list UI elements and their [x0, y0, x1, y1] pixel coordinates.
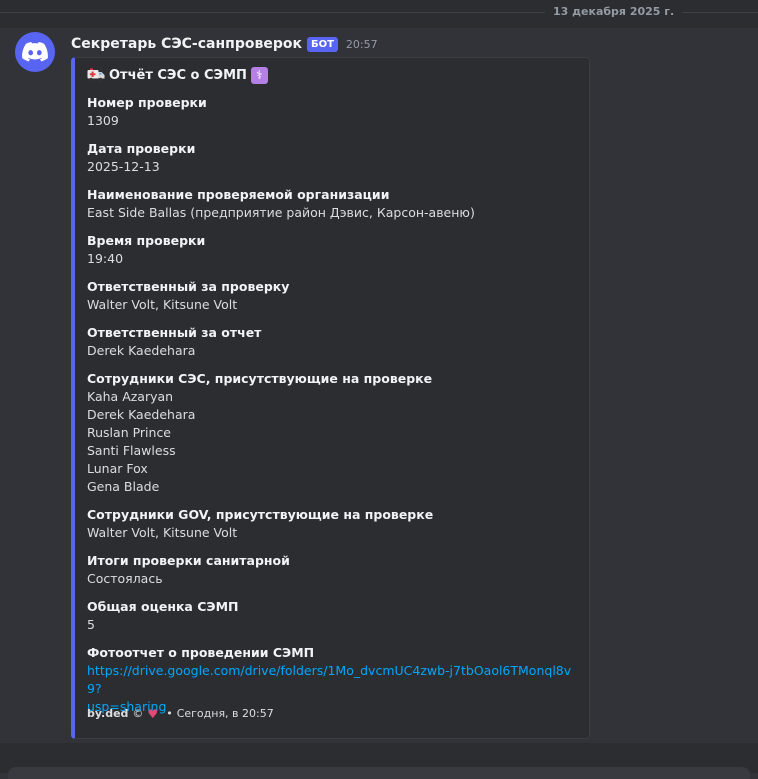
field-gov-staff: Сотрудники GOV, присутствующие на провер…: [87, 506, 577, 542]
field-name: Дата проверки: [87, 141, 196, 156]
field-value: East Side Ballas (предприятие район Дэви…: [87, 205, 475, 220]
message-header: Секретарь СЭС-санпроверок БОТ 20:57: [71, 34, 378, 54]
list-item: Lunar Fox: [87, 461, 148, 476]
field-responsible-inspection: Ответственный за проверку Walter Volt, K…: [87, 278, 577, 314]
field-value: Состоялась: [87, 571, 163, 586]
field-value: Derek Kaedehara: [87, 343, 196, 358]
field-responsible-report: Ответственный за отчет Derek Kaedehara: [87, 324, 577, 360]
field-value: 1309: [87, 113, 119, 128]
message-timestamp[interactable]: 20:57: [346, 38, 378, 51]
embed-title-text: Отчёт СЭС о СЭМП: [109, 67, 247, 83]
field-inspection-date: Дата проверки 2025-12-13: [87, 140, 577, 176]
field-value: 5: [87, 617, 95, 632]
list-item: Ruslan Prince: [87, 425, 172, 440]
field-sanitary-result: Итоги проверки санитарной Состоялась: [87, 552, 577, 588]
copyright-mark: ©: [132, 707, 144, 720]
message-input-bar[interactable]: [8, 767, 750, 779]
list-item: Derek Kaedehara: [87, 407, 196, 422]
field-inspection-number: Номер проверки 1309: [87, 94, 577, 130]
heart-icon: ♥: [147, 707, 159, 721]
list-item: Gena Blade: [87, 479, 160, 494]
embed-title: Отчёт СЭС о СЭМП ⚕: [87, 66, 268, 84]
field-inspection-time: Время проверки 19:40: [87, 232, 577, 268]
list-item: Kaha Azaryan: [87, 389, 174, 404]
photo-report-link[interactable]: https://drive.google.com/drive/folders/1…: [87, 662, 577, 698]
bot-tag: БОТ: [306, 36, 338, 52]
field-photo-report: Фотоотчет о проведении СЭМП https://driv…: [87, 644, 577, 716]
footer-separator: •: [166, 707, 173, 720]
date-divider-label: 13 декабря 2025 г.: [545, 4, 683, 20]
field-value: 2025-12-13: [87, 159, 160, 174]
field-name: Сотрудники СЭС, присутствующие на провер…: [87, 371, 433, 386]
embed-footer: by.ded © ♥ • Сегодня, в 20:57: [87, 707, 274, 721]
field-overall-score: Общая оценка СЭМП 5: [87, 598, 577, 634]
field-name: Общая оценка СЭМП: [87, 599, 239, 614]
discord-logo-icon: [22, 42, 48, 62]
field-value: 19:40: [87, 251, 124, 266]
field-name: Сотрудники GOV, присутствующие на провер…: [87, 507, 434, 522]
report-embed: Отчёт СЭС о СЭМП ⚕ Номер проверки 1309 Д…: [71, 57, 590, 739]
footer-time: Сегодня, в 20:57: [176, 707, 274, 720]
field-value: Walter Volt, Kitsune Volt: [87, 297, 238, 312]
field-name: Время проверки: [87, 233, 206, 248]
field-name: Итоги проверки санитарной: [87, 553, 290, 568]
field-name: Фотоотчет о проведении СЭМП: [87, 645, 315, 660]
field-ses-staff: Сотрудники СЭС, присутствующие на провер…: [87, 370, 577, 496]
field-value: Walter Volt, Kitsune Volt: [87, 525, 238, 540]
field-name: Номер проверки: [87, 95, 207, 110]
medical-symbol-icon: ⚕: [250, 66, 268, 84]
field-name: Ответственный за проверку: [87, 279, 290, 294]
ambulance-icon: [87, 66, 105, 84]
field-name: Наименование проверяемой организации: [87, 187, 390, 202]
author-name[interactable]: Секретарь СЭС-санпроверок: [71, 35, 302, 53]
avatar[interactable]: [15, 32, 55, 72]
field-name: Ответственный за отчет: [87, 325, 262, 340]
footer-text: by.ded: [87, 707, 129, 720]
field-organization: Наименование проверяемой организации Eas…: [87, 186, 577, 222]
list-item: Santi Flawless: [87, 443, 176, 458]
